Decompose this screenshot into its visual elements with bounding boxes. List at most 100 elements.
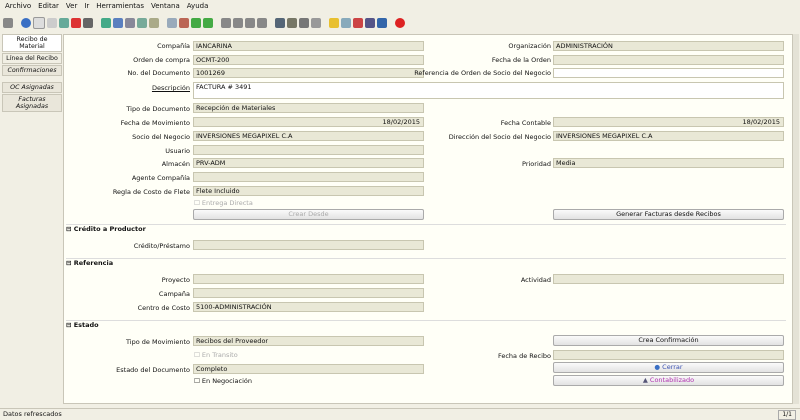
usuario-field[interactable] xyxy=(193,145,424,155)
tab-linea-recibo[interactable]: Línea del Recibo xyxy=(2,53,62,64)
fecha-orden-label: Fecha de la Orden xyxy=(491,56,551,64)
entrega-directa-checkbox[interactable]: ☐ Entrega Directa xyxy=(194,199,253,207)
menu-ventana[interactable]: Ventana xyxy=(151,2,180,10)
last-record-icon[interactable] xyxy=(257,18,267,28)
credito-section-title: Crédito a Productor xyxy=(73,225,146,233)
close-window-icon[interactable] xyxy=(395,18,405,28)
referencia-orden-label: Referencia de Orden de Socio del Negocio xyxy=(414,69,551,77)
agente-field[interactable] xyxy=(193,172,424,182)
product-info-icon[interactable] xyxy=(377,18,387,28)
en-negociacion-checkbox[interactable]: ☐ En Negociación xyxy=(194,377,252,385)
crear-desde-button[interactable]: Crear Desde xyxy=(193,209,424,220)
generar-facturas-button[interactable]: Generar Facturas desde Recibos xyxy=(553,209,784,220)
referencia-section-header[interactable]: ⊟ Referencia xyxy=(66,258,786,269)
referencia-section-title: Referencia xyxy=(73,259,114,267)
contabilizado-button[interactable]: ▲ Contabilizado xyxy=(553,375,784,386)
crea-confirmacion-button[interactable]: Crea Confirmación xyxy=(553,335,784,346)
new-record-icon[interactable] xyxy=(33,17,45,29)
vertical-scrollbar[interactable] xyxy=(793,34,799,404)
credito-section-header[interactable]: ⊟ Crédito a Productor xyxy=(66,224,786,235)
en-transito-checkbox[interactable]: ☐ En Transito xyxy=(194,351,238,359)
menu-ir[interactable]: Ir xyxy=(84,2,89,10)
orden-field[interactable]: OCMT-200 xyxy=(193,55,424,65)
cerrar-button[interactable]: ● Cerrar xyxy=(553,362,784,373)
status-text: Datos refrescados xyxy=(3,410,62,418)
direccion-socio-label: Dirección del Socio del Negocio xyxy=(448,133,551,141)
help-icon[interactable] xyxy=(21,18,31,28)
tipodoc-label: Tipo de Documento xyxy=(126,105,190,113)
print-icon[interactable] xyxy=(299,18,309,28)
agente-label: Agente Compañía xyxy=(131,174,190,182)
fecha-movimiento-field[interactable]: 18/02/2015 xyxy=(193,117,424,127)
compania-label: Compañía xyxy=(157,42,190,50)
campana-field[interactable] xyxy=(193,288,424,298)
estado-documento-label: Estado del Documento xyxy=(116,366,190,374)
socio-field[interactable]: INVERSIONES MEGAPIXEL C.A xyxy=(193,131,424,141)
delete-icon[interactable] xyxy=(71,18,81,28)
centro-costo-field[interactable]: 5100-ADMINISTRACIÓN xyxy=(193,302,424,312)
find-icon[interactable] xyxy=(113,18,123,28)
contabilizado-icon: ▲ xyxy=(642,376,648,384)
tab-recibo-material[interactable]: Recibo de Material xyxy=(2,34,62,52)
almacen-field[interactable]: PRV-ADM xyxy=(193,158,424,168)
compania-field[interactable]: IANCARINA xyxy=(193,41,424,51)
referencia-orden-field[interactable] xyxy=(553,68,784,78)
nodoc-field[interactable]: 1001269 xyxy=(193,68,424,78)
report-icon[interactable] xyxy=(275,18,285,28)
undo-icon[interactable] xyxy=(3,18,13,28)
next-record-icon[interactable] xyxy=(245,18,255,28)
print-preview-icon[interactable] xyxy=(311,18,321,28)
grid-toggle-icon[interactable] xyxy=(149,18,159,28)
estado-documento-field[interactable]: Completo xyxy=(193,364,424,374)
actividad-field[interactable] xyxy=(553,274,784,284)
first-record-icon[interactable] xyxy=(221,18,231,28)
descripcion-field[interactable]: FACTURA # 3491 xyxy=(193,82,784,99)
orden-label: Orden de compra xyxy=(133,56,190,64)
workflow-icon[interactable] xyxy=(353,18,363,28)
menu-ver[interactable]: Ver xyxy=(66,2,77,10)
prioridad-field[interactable]: Media xyxy=(553,158,784,168)
attachment-icon[interactable] xyxy=(125,18,135,28)
detail-record-icon[interactable] xyxy=(203,18,213,28)
request-icon[interactable] xyxy=(365,18,375,28)
direccion-socio-field[interactable]: INVERSIONES MEGAPIXEL C.A xyxy=(553,131,784,141)
actividad-label: Actividad xyxy=(520,276,551,284)
proyecto-field[interactable] xyxy=(193,274,424,284)
tipodoc-field[interactable]: Recepción de Materiales xyxy=(193,103,424,113)
fecha-contable-field[interactable]: 18/02/2015 xyxy=(553,117,784,127)
save-icon[interactable] xyxy=(59,18,69,28)
save-all-icon[interactable] xyxy=(83,18,93,28)
tab-oc-asignadas[interactable]: OC Asignadas xyxy=(2,82,62,93)
chat-icon[interactable] xyxy=(137,18,147,28)
lock-icon[interactable] xyxy=(329,18,339,28)
credito-prestamo-label: Crédito/Préstamo xyxy=(133,242,190,250)
menu-archivo[interactable]: Archivo xyxy=(5,2,31,10)
menu-ayuda[interactable]: Ayuda xyxy=(187,2,209,10)
descripcion-label: Descripción xyxy=(152,84,190,92)
status-bar: Datos refrescados 1/1 xyxy=(0,408,800,420)
organizacion-field[interactable]: ADMINISTRACIÓN xyxy=(553,41,784,51)
tipo-movimiento-label: Tipo de Movimiento xyxy=(126,338,190,346)
organizacion-label: Organización xyxy=(508,42,551,50)
credito-prestamo-field[interactable] xyxy=(193,240,424,250)
menu-herramientas[interactable]: Herramientas xyxy=(96,2,144,10)
descripcion-label-text: Descripción xyxy=(151,84,190,92)
tipo-movimiento-field[interactable]: Recibos del Proveedor xyxy=(193,336,424,346)
tab-facturas-asignadas[interactable]: Facturas Asignadas xyxy=(2,94,62,112)
menu-editar[interactable]: Editar xyxy=(38,2,59,10)
home-icon[interactable] xyxy=(179,18,189,28)
parent-record-icon[interactable] xyxy=(191,18,201,28)
archive-icon[interactable] xyxy=(287,18,297,28)
fecha-orden-field[interactable] xyxy=(553,55,784,65)
fecha-recibo-field[interactable] xyxy=(553,350,784,360)
regla-field[interactable]: Flete Incluido xyxy=(193,186,424,196)
tab-confirmaciones[interactable]: Confirmaciones xyxy=(2,65,62,76)
zoom-across-icon[interactable] xyxy=(341,18,351,28)
fecha-recibo-label: Fecha de Recibo xyxy=(497,352,551,360)
regla-label: Regla de Costo de Flete xyxy=(112,188,190,196)
history-icon[interactable] xyxy=(167,18,177,28)
estado-section-header[interactable]: ⊟ Estado xyxy=(66,320,786,331)
copy-record-icon[interactable] xyxy=(47,18,57,28)
refresh-icon[interactable] xyxy=(101,18,111,28)
previous-record-icon[interactable] xyxy=(233,18,243,28)
